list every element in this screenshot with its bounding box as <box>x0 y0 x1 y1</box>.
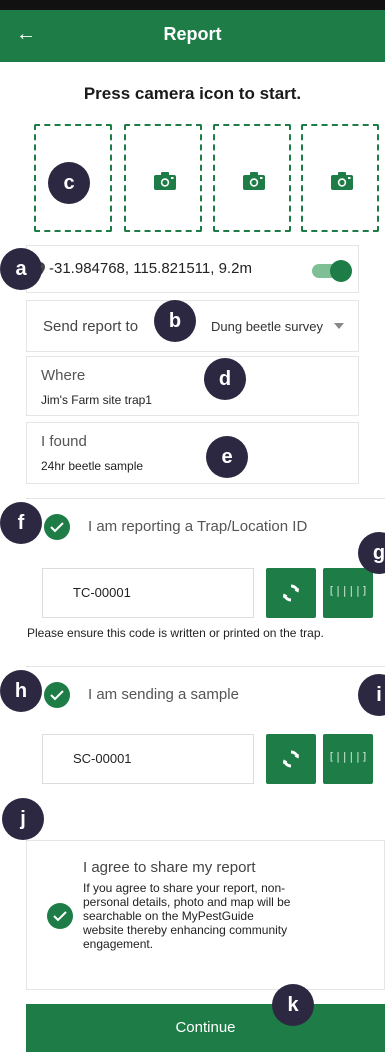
found-label: I found <box>41 433 87 450</box>
annotation-marker-c: c <box>48 162 90 204</box>
sample-refresh-button[interactable] <box>266 734 316 784</box>
continue-button[interactable]: Continue <box>26 1004 385 1052</box>
found-value: 24hr beetle sample <box>41 459 144 473</box>
sample-checkbox[interactable] <box>44 682 70 708</box>
status-bar <box>0 0 385 10</box>
check-icon <box>50 522 64 533</box>
trap-checkbox-label: I am reporting a Trap/Location ID <box>88 518 308 535</box>
chevron-down-icon <box>334 323 344 329</box>
annotation-marker-a: a <box>0 248 42 290</box>
camera-icon <box>243 172 265 190</box>
refresh-icon <box>283 584 299 602</box>
photo-slot-2[interactable] <box>124 124 202 232</box>
trap-refresh-button[interactable] <box>266 568 316 618</box>
barcode-icon: [||||] <box>328 584 368 597</box>
trap-barcode-button[interactable]: [||||] <box>323 568 373 618</box>
share-title: I agree to share my report <box>83 859 256 876</box>
sample-checkbox-label: I am sending a sample <box>88 686 239 703</box>
found-field[interactable]: I found 24hr beetle sample <box>26 422 359 484</box>
page-title: Report <box>163 24 222 44</box>
annotation-marker-e: e <box>206 436 248 478</box>
where-field[interactable]: Where Jim's Farm site trap1 <box>26 356 359 416</box>
photo-slot-4[interactable] <box>301 124 379 232</box>
refresh-icon <box>283 750 299 768</box>
check-icon <box>50 690 64 701</box>
send-report-label: Send report to <box>43 318 139 335</box>
instruction-text: Press camera icon to start. <box>83 84 302 103</box>
barcode-icon: [||||] <box>328 750 368 763</box>
where-value: Jim's Farm site trap1 <box>41 393 152 407</box>
divider <box>26 498 385 499</box>
location-row: -31.984768, 115.821511, 9.2m <box>26 245 359 293</box>
sample-barcode-button[interactable]: [||||] <box>323 734 373 784</box>
trap-note: Please ensure this code is written or pr… <box>27 626 324 640</box>
trap-checkbox[interactable] <box>44 514 70 540</box>
app-header: ← Report <box>0 10 385 62</box>
annotation-marker-j: j <box>2 798 44 840</box>
camera-icon <box>331 172 353 190</box>
camera-icon <box>154 172 176 190</box>
photo-slot-3[interactable] <box>213 124 291 232</box>
annotation-marker-b: b <box>154 300 196 342</box>
share-section: I agree to share my report If you agree … <box>26 840 385 990</box>
sample-code-input[interactable]: SC-00001 <box>42 734 254 784</box>
annotation-marker-d: d <box>204 358 246 400</box>
check-icon <box>53 911 67 922</box>
share-checkbox[interactable] <box>47 903 73 929</box>
where-label: Where <box>41 367 86 384</box>
trap-code-input[interactable]: TC-00001 <box>42 568 254 618</box>
annotation-marker-f: f <box>0 502 42 544</box>
annotation-marker-k: k <box>272 984 314 1026</box>
annotation-marker-h: h <box>0 670 42 712</box>
divider <box>26 666 385 667</box>
annotation-marker-i: i <box>358 674 385 716</box>
send-report-value: Dung beetle survey <box>211 319 324 334</box>
toggle-knob <box>330 260 352 282</box>
location-coordinates: -31.984768, 115.821511, 9.2m <box>49 260 252 277</box>
share-description: If you agree to share your report, non-p… <box>83 881 291 951</box>
location-toggle[interactable] <box>310 260 354 282</box>
